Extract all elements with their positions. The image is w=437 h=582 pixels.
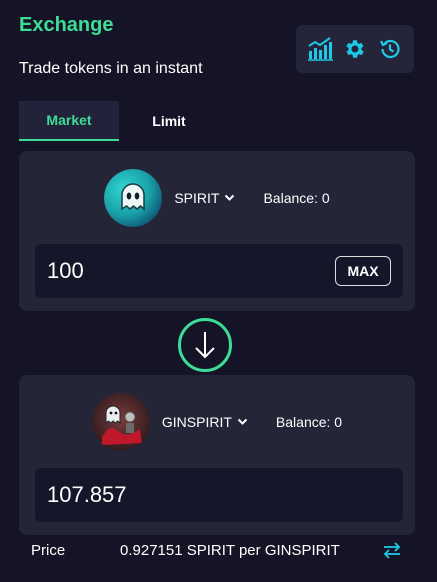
swap-direction-button[interactable] bbox=[178, 318, 232, 372]
ginspirit-token-logo bbox=[91, 393, 150, 451]
page-subtitle: Trade tokens in an instant bbox=[19, 60, 203, 77]
toolbar bbox=[296, 25, 414, 73]
price-row: Price 0.927151 SPIRIT per GINSPIRIT bbox=[0, 540, 437, 564]
from-balance: Balance: 0 bbox=[263, 190, 330, 206]
from-token-selector[interactable]: SPIRIT bbox=[174, 190, 235, 206]
settings-button[interactable] bbox=[341, 35, 369, 63]
chevron-down-icon bbox=[225, 194, 235, 201]
from-amount-box: MAX bbox=[35, 244, 403, 298]
spirit-token-logo bbox=[104, 169, 163, 227]
invert-price-button[interactable] bbox=[382, 540, 402, 564]
tab-limit[interactable]: Limit bbox=[119, 101, 219, 141]
tab-market[interactable]: Market bbox=[19, 101, 119, 141]
max-button[interactable]: MAX bbox=[335, 256, 391, 286]
to-balance: Balance: 0 bbox=[275, 414, 343, 430]
from-token-card: SPIRIT Balance: 0 MAX bbox=[19, 151, 415, 311]
to-amount-input[interactable] bbox=[47, 482, 391, 508]
history-icon bbox=[380, 39, 400, 59]
chart-icon bbox=[307, 37, 333, 61]
price-label: Price bbox=[31, 542, 66, 559]
to-token-name: GINSPIRIT bbox=[161, 414, 232, 430]
from-amount-input[interactable] bbox=[47, 258, 335, 284]
history-button[interactable] bbox=[376, 35, 404, 63]
from-token-row: SPIRIT Balance: 0 bbox=[19, 151, 415, 245]
chevron-down-icon bbox=[237, 418, 248, 425]
to-token-selector[interactable]: GINSPIRIT bbox=[162, 414, 248, 430]
to-amount-box bbox=[35, 468, 403, 522]
swap-arrows-icon bbox=[383, 542, 401, 559]
gear-icon bbox=[346, 40, 364, 58]
to-token-row: GINSPIRIT Balance: 0 bbox=[19, 375, 415, 469]
to-token-card: GINSPIRIT Balance: 0 bbox=[19, 375, 415, 535]
chart-button[interactable] bbox=[306, 35, 334, 63]
price-value: 0.927151 SPIRIT per GINSPIRIT bbox=[120, 542, 340, 559]
trade-tabs: Market Limit bbox=[19, 101, 417, 141]
arrow-down-icon bbox=[195, 332, 215, 359]
page-title: Exchange bbox=[19, 14, 114, 36]
from-token-name: SPIRIT bbox=[174, 190, 220, 206]
